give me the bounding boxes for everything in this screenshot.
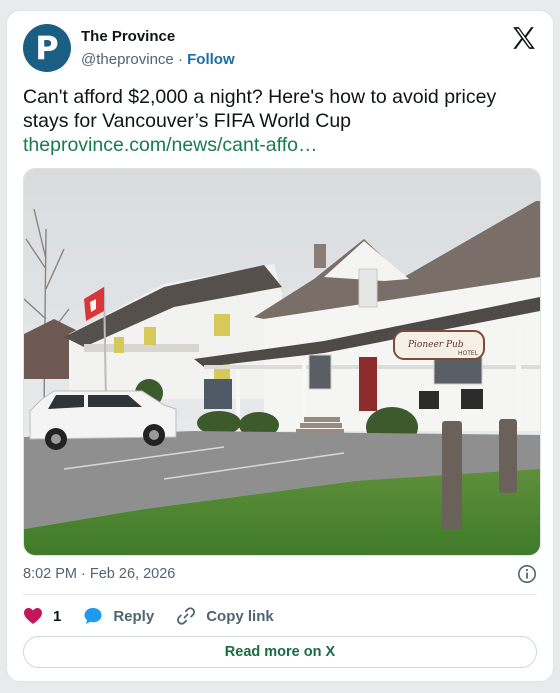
tweet-text: Can't afford $2,000 a night? Here's how … <box>23 86 497 132</box>
avatar-letter: P <box>35 29 59 67</box>
like-count: 1 <box>53 607 62 625</box>
avatar[interactable]: P <box>23 24 71 72</box>
hotel-photo: Pioneer Pub HOTEL <box>24 169 540 555</box>
display-name[interactable]: The Province <box>81 28 175 45</box>
like-button[interactable]: 1 <box>23 607 61 625</box>
follow-button[interactable]: Follow <box>187 51 235 68</box>
separator: · <box>177 51 183 68</box>
divider <box>23 594 537 595</box>
tweet-photo[interactable]: Pioneer Pub HOTEL <box>23 168 541 556</box>
x-logo-icon[interactable] <box>511 25 537 51</box>
info-icon[interactable] <box>517 564 537 584</box>
handle-line: @theprovince · Follow <box>81 51 235 68</box>
hotel-sign-text: Pioneer Pub <box>407 340 464 350</box>
timestamp[interactable]: 8:02 PM · Feb 26, 2026 <box>23 566 175 582</box>
reply-label: Reply <box>113 607 155 625</box>
reply-bubble-icon <box>84 608 102 624</box>
handle[interactable]: @theprovince <box>81 51 174 68</box>
red-door <box>359 357 377 411</box>
link-icon <box>177 607 196 625</box>
copy-link-label: Copy link <box>206 607 274 625</box>
tweet-card: P The Province @theprovince · Follow Can… <box>6 10 554 682</box>
reply-button[interactable]: Reply <box>83 606 154 626</box>
tweet-link[interactable]: theprovince.com/news/cant-affo… <box>23 133 317 157</box>
action-bar: 1 Reply Copy link <box>23 605 296 627</box>
heart-icon <box>24 608 42 624</box>
hotel-sign-sub: HOTEL <box>458 350 479 357</box>
read-more-button[interactable]: Read more on X <box>23 636 537 668</box>
copy-link-button[interactable]: Copy link <box>176 606 274 626</box>
